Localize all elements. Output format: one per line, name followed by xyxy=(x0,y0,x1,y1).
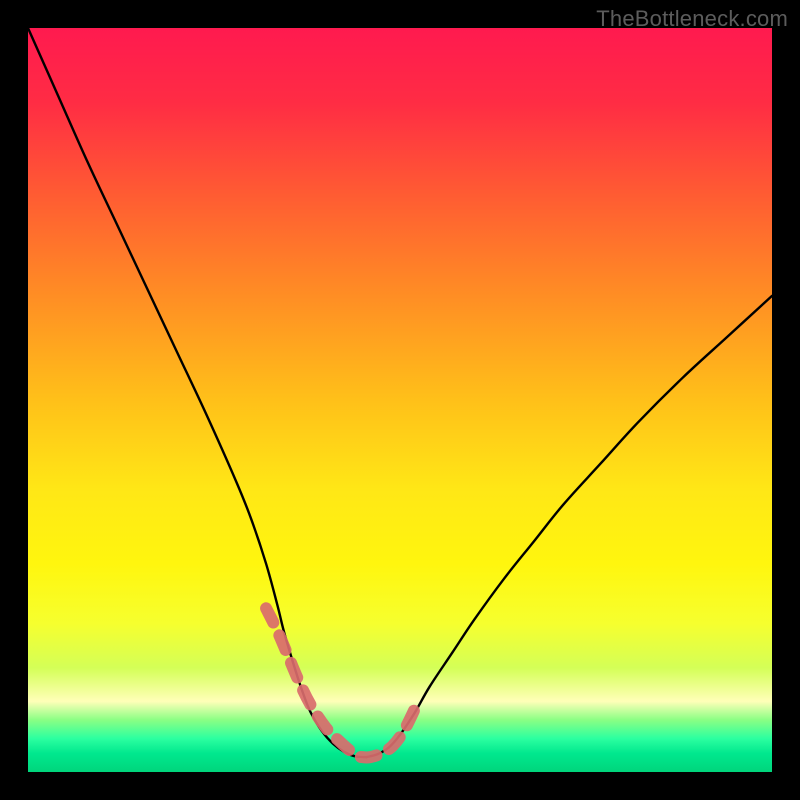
chart-svg xyxy=(28,28,772,772)
watermark-text: TheBottleneck.com xyxy=(596,6,788,32)
chart-frame: TheBottleneck.com xyxy=(0,0,800,800)
chart-plot-area xyxy=(28,28,772,772)
